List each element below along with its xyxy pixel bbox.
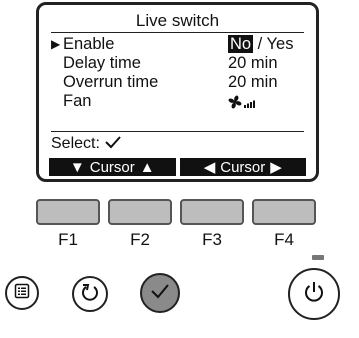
enable-value[interactable]: No / Yes bbox=[228, 35, 293, 54]
f3-label: F3 bbox=[202, 230, 222, 249]
f4-button[interactable] bbox=[252, 199, 316, 225]
menu-item-delay-time[interactable]: Delay time 20 min bbox=[51, 54, 311, 73]
f3-button[interactable] bbox=[180, 199, 244, 225]
triangle-left-icon: ◀ bbox=[203, 159, 216, 176]
divider bbox=[51, 131, 304, 132]
f4-label: F4 bbox=[274, 230, 294, 249]
fan-value bbox=[228, 92, 260, 111]
remote-controller-bezel: Live switch ▶ Enable No / Yes Delay time… bbox=[0, 0, 359, 188]
menu-item-label: Delay time bbox=[63, 54, 141, 72]
triangle-right-icon: ▶ bbox=[270, 159, 282, 176]
fan-speed-icon bbox=[228, 95, 260, 109]
confirm-button[interactable] bbox=[140, 273, 180, 313]
checkmark-icon bbox=[104, 135, 122, 152]
triangle-up-icon: ▲ bbox=[139, 158, 155, 176]
f1-label: F1 bbox=[58, 230, 78, 249]
operation-lamp bbox=[312, 255, 324, 260]
return-icon bbox=[80, 282, 100, 307]
enable-option-no[interactable]: No bbox=[228, 35, 254, 53]
softkey-cursor-updown[interactable]: ▼ Cursor ▲ bbox=[49, 158, 176, 176]
menu-item-label: Fan bbox=[63, 92, 92, 110]
softkey-bar: ▼ Cursor ▲ ◀ Cursor ▶ bbox=[49, 158, 306, 176]
menu-item-label: Enable bbox=[63, 35, 115, 53]
f2-button[interactable] bbox=[108, 199, 172, 225]
select-label: Select: bbox=[51, 135, 100, 152]
softkey-cursor-leftright[interactable]: ◀ Cursor ▶ bbox=[179, 158, 306, 176]
return-button[interactable] bbox=[72, 276, 108, 312]
menu-icon bbox=[14, 283, 30, 304]
enable-option-yes[interactable]: / Yes bbox=[253, 35, 294, 53]
power-icon bbox=[302, 280, 326, 309]
delay-time-value: 20 min bbox=[228, 54, 278, 72]
cursor-right-icon: ▶ bbox=[51, 37, 61, 51]
f2-label: F2 bbox=[130, 230, 150, 249]
menu-item-overrun-time[interactable]: Overrun time 20 min bbox=[51, 73, 311, 92]
screen-title: Live switch bbox=[51, 11, 304, 33]
function-keys: F1 F2 F3 F4 bbox=[36, 199, 322, 259]
select-hint: Select: bbox=[51, 135, 122, 153]
menu-item-label: Overrun time bbox=[63, 73, 159, 91]
overrun-time-value: 20 min bbox=[228, 73, 278, 91]
triangle-down-icon: ▼ bbox=[69, 158, 85, 176]
checkmark-icon bbox=[149, 282, 171, 305]
menu-item-enable[interactable]: ▶ Enable No / Yes bbox=[51, 35, 311, 54]
power-button[interactable] bbox=[288, 268, 340, 320]
lcd-screen: Live switch ▶ Enable No / Yes Delay time… bbox=[36, 2, 319, 182]
menu-item-fan[interactable]: Fan bbox=[51, 92, 311, 111]
settings-menu: ▶ Enable No / Yes Delay time 20 min Over… bbox=[51, 35, 311, 111]
menu-button[interactable] bbox=[5, 276, 39, 310]
softkey-label: Cursor bbox=[89, 158, 135, 176]
f1-button[interactable] bbox=[36, 199, 100, 225]
softkey-label: Cursor bbox=[220, 158, 266, 176]
